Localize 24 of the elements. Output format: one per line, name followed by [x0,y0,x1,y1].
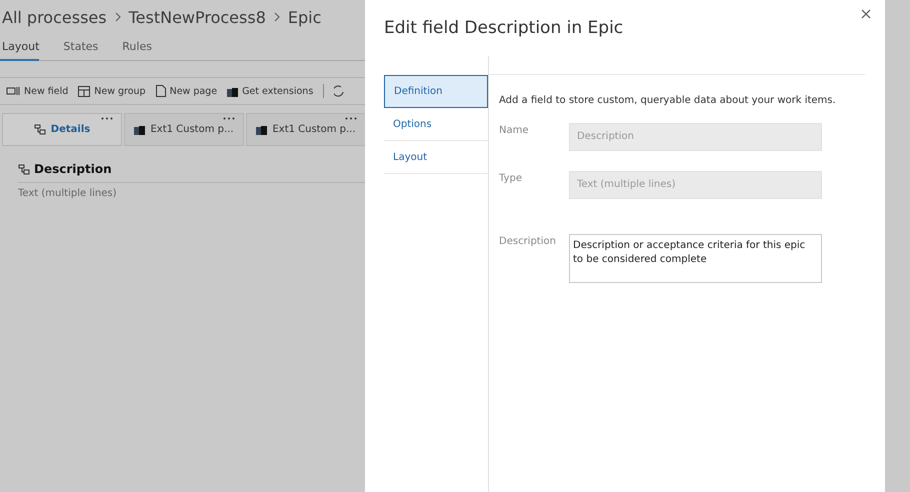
group-title: Description [34,162,112,176]
nav-item[interactable]: Layout [384,141,488,174]
page-tab[interactable]: Details [2,113,122,146]
input-field[interactable]: Description or acceptance criteria for this epic to be considered complete [569,234,822,283]
field-type: Text (multiple lines) [18,188,118,199]
tab[interactable]: Layout [0,36,40,61]
toolbar-button[interactable]: Get extensions [227,86,314,96]
field-label: Type [499,172,523,186]
toolbar-button[interactable]: New field [6,86,68,96]
page-tab[interactable]: Ext1 Custom p... [246,113,365,146]
breadcrumb-link[interactable]: TestNewProcess8 [128,8,266,26]
toolbar-button[interactable]: New group [78,86,146,96]
toolbar-button[interactable]: New page [156,85,218,97]
dialog-title: Edit field Description in Epic [384,18,624,38]
tab[interactable]: Rules [120,36,152,61]
field-label: Description [499,235,557,249]
tab[interactable]: States [61,36,98,61]
field-label: Name [499,124,530,138]
intro-text: Add a field to store custom, queryable data about your work items. [499,95,837,106]
breadcrumb-link[interactable]: Epic [288,8,322,26]
breadcrumb-link[interactable]: All processes [2,8,107,26]
page-tab[interactable]: Ext1 Custom p... [124,113,244,146]
nav-item[interactable]: Definition [384,75,488,108]
nav-item[interactable]: Options [384,108,488,141]
